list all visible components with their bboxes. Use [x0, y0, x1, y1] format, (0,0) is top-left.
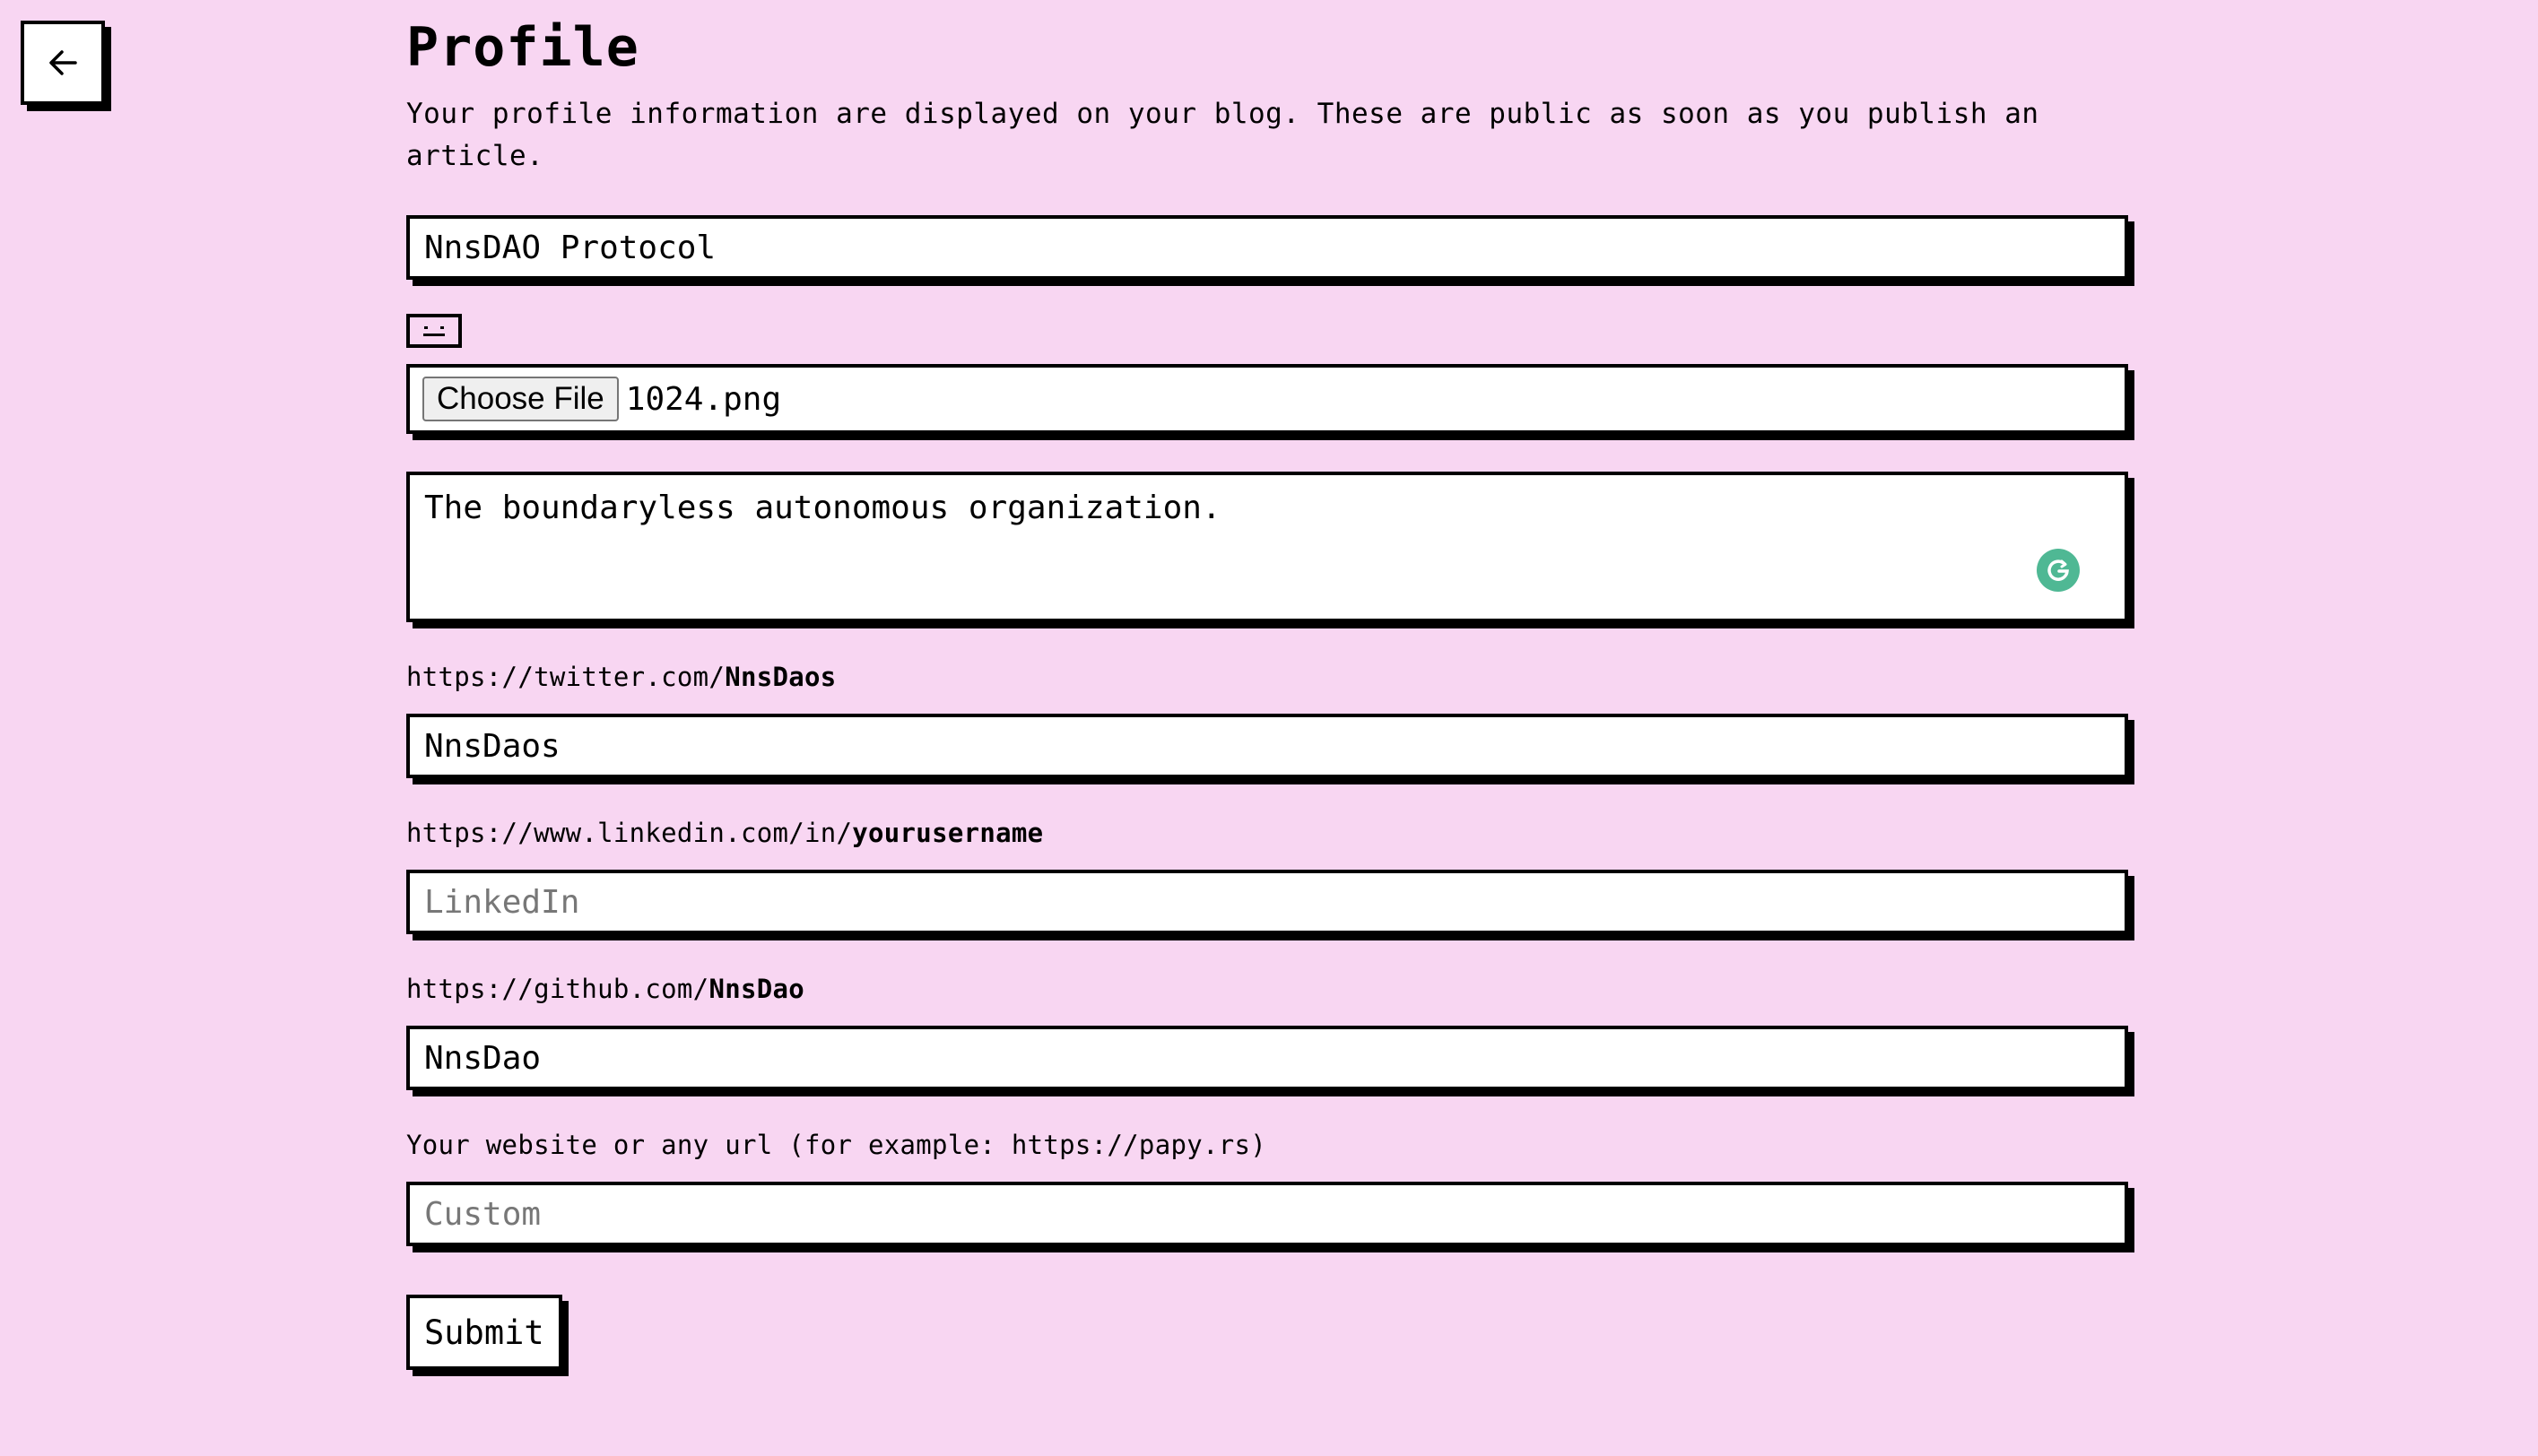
linkedin-input[interactable]: LinkedIn: [406, 870, 2128, 934]
linkedin-label-prefix: https://www.linkedin.com/in/: [406, 818, 853, 848]
name-input[interactable]: NnsDAO Protocol: [406, 215, 2128, 280]
twitter-label-handle: NnsDaos: [725, 662, 837, 692]
avatar-placeholder-icon: [406, 314, 462, 348]
github-label-handle: NnsDao: [708, 974, 804, 1004]
page-description: Your profile information are displayed o…: [406, 98, 2039, 172]
github-input-value: NnsDao: [424, 1039, 542, 1077]
twitter-input[interactable]: NnsDaos: [406, 714, 2128, 778]
bio-textarea-value: The boundaryless autonomous organization…: [424, 490, 1221, 526]
github-input[interactable]: NnsDao: [406, 1026, 2128, 1090]
selected-file-name: 1024.png: [625, 380, 782, 418]
website-label: Your website or any url (for example: ht…: [406, 1130, 1267, 1160]
profile-form: Profile Your profile information are dis…: [406, 16, 2128, 1370]
name-input-value: NnsDAO Protocol: [424, 229, 717, 266]
submit-button[interactable]: Submit: [406, 1295, 562, 1370]
arrow-left-icon: [49, 50, 77, 75]
twitter-label: https://twitter.com/NnsDaos: [406, 662, 2128, 692]
website-input-placeholder: Custom: [424, 1195, 542, 1233]
linkedin-label-handle: yourusername: [852, 818, 1044, 848]
bio-textarea[interactable]: The boundaryless autonomous organization…: [406, 472, 2128, 622]
linkedin-input-placeholder: LinkedIn: [424, 883, 580, 921]
github-label-prefix: https://github.com/: [406, 974, 709, 1004]
twitter-input-value: NnsDaos: [424, 727, 561, 765]
github-label: https://github.com/NnsDao: [406, 974, 2128, 1004]
page-title: Profile: [406, 16, 639, 79]
grammarly-icon[interactable]: [2037, 549, 2080, 592]
twitter-label-prefix: https://twitter.com/: [406, 662, 726, 692]
website-input[interactable]: Custom: [406, 1182, 2128, 1246]
linkedin-label: https://www.linkedin.com/in/yourusername: [406, 818, 2128, 848]
choose-file-button[interactable]: Choose File: [422, 377, 619, 421]
back-button[interactable]: [21, 21, 105, 105]
avatar-file-input[interactable]: Choose File 1024.png: [406, 364, 2128, 434]
